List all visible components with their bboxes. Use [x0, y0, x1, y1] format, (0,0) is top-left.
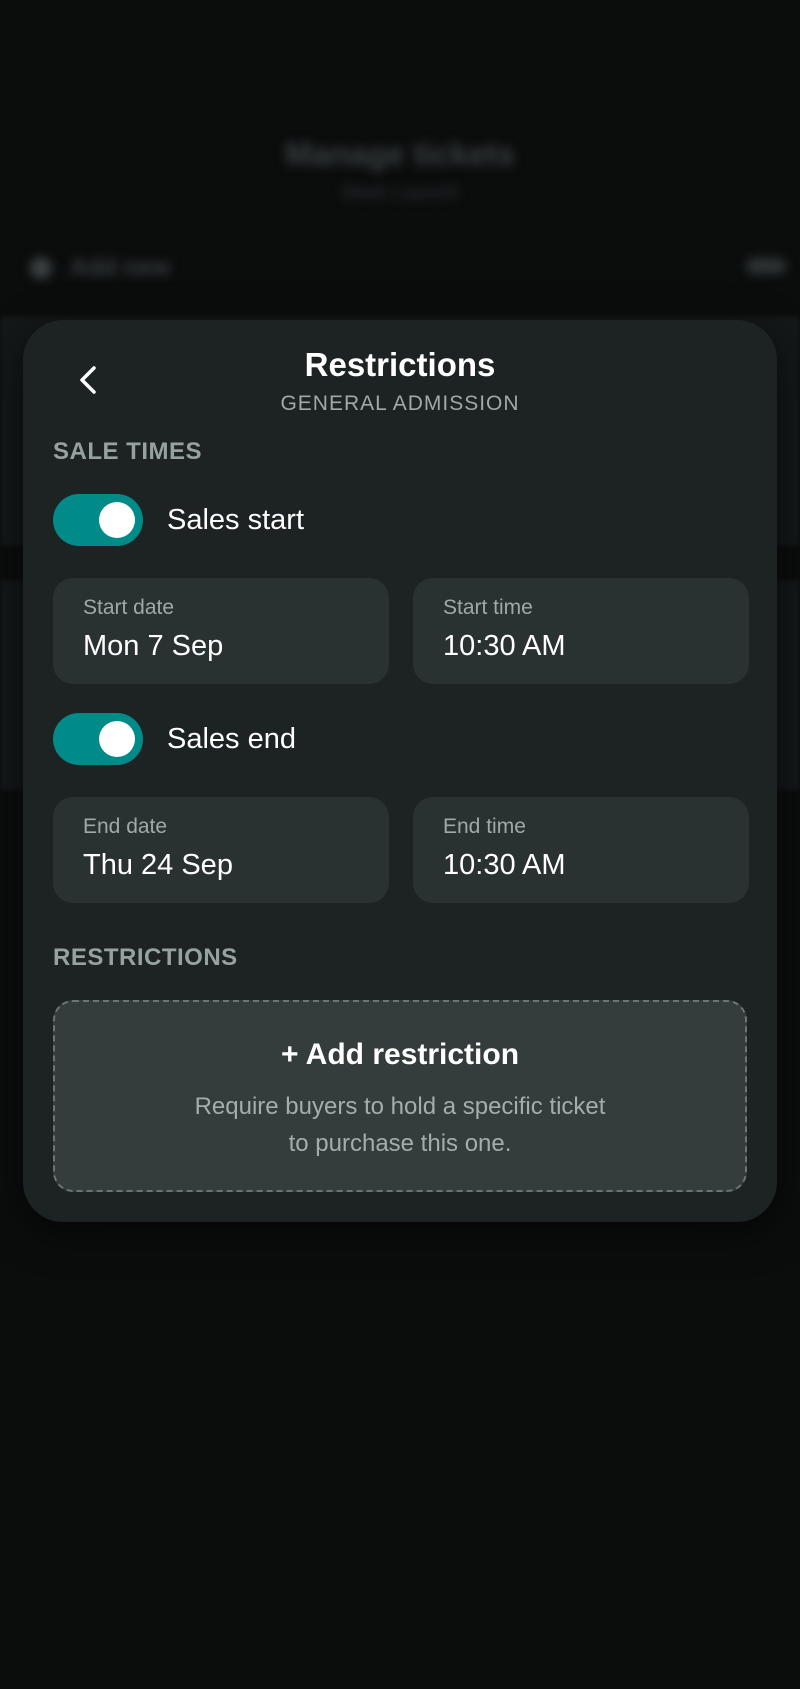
end-time-value: 10:30 AM [443, 849, 566, 881]
sheet-title: Restrictions [304, 346, 496, 383]
end-time-label: End time [443, 815, 526, 838]
add-restriction-button[interactable]: + Add restriction Require buyers to hold… [53, 1000, 747, 1192]
sales-end-row: Sales end [53, 713, 296, 765]
sheet-subtitle: GENERAL ADMISSION [280, 392, 520, 415]
restrictions-sheet: Restrictions GENERAL ADMISSION SALE TIME… [23, 320, 777, 1222]
background-action [746, 258, 786, 274]
sales-end-toggle[interactable] [53, 713, 143, 765]
end-date-value: Thu 24 Sep [83, 849, 233, 881]
background-page-title: Manage tickets [285, 136, 515, 172]
add-restriction-title: + Add restriction [280, 1038, 520, 1071]
end-date-label: End date [83, 815, 168, 838]
start-date-field[interactable]: Start date Mon 7 Sep [53, 578, 389, 684]
background-add-button: Add new [30, 254, 170, 282]
background-add-label: Add new [70, 254, 170, 281]
add-restriction-description: Require buyers to hold a specific ticket… [194, 1093, 606, 1157]
start-time-value: 10:30 AM [443, 630, 566, 662]
plus-icon [30, 257, 52, 279]
sales-end-label: Sales end [167, 722, 296, 755]
sales-start-toggle[interactable] [53, 494, 143, 546]
start-date-value: Mon 7 Sep [83, 630, 224, 662]
toggle-knob [99, 721, 135, 757]
sales-start-row: Sales start [53, 494, 304, 546]
toggle-knob [99, 502, 135, 538]
end-time-field[interactable]: End time 10:30 AM [413, 797, 749, 903]
start-time-field[interactable]: Start time 10:30 AM [413, 578, 749, 684]
start-date-label: Start date [83, 596, 175, 619]
start-time-label: Start time [443, 596, 533, 619]
background-page-subtitle: Work Launch [341, 182, 459, 204]
sales-start-label: Sales start [167, 503, 304, 536]
sale-times-section-label: SALE TIMES [53, 438, 203, 465]
end-date-field[interactable]: End date Thu 24 Sep [53, 797, 389, 903]
restrictions-section-label: RESTRICTIONS [53, 944, 238, 971]
